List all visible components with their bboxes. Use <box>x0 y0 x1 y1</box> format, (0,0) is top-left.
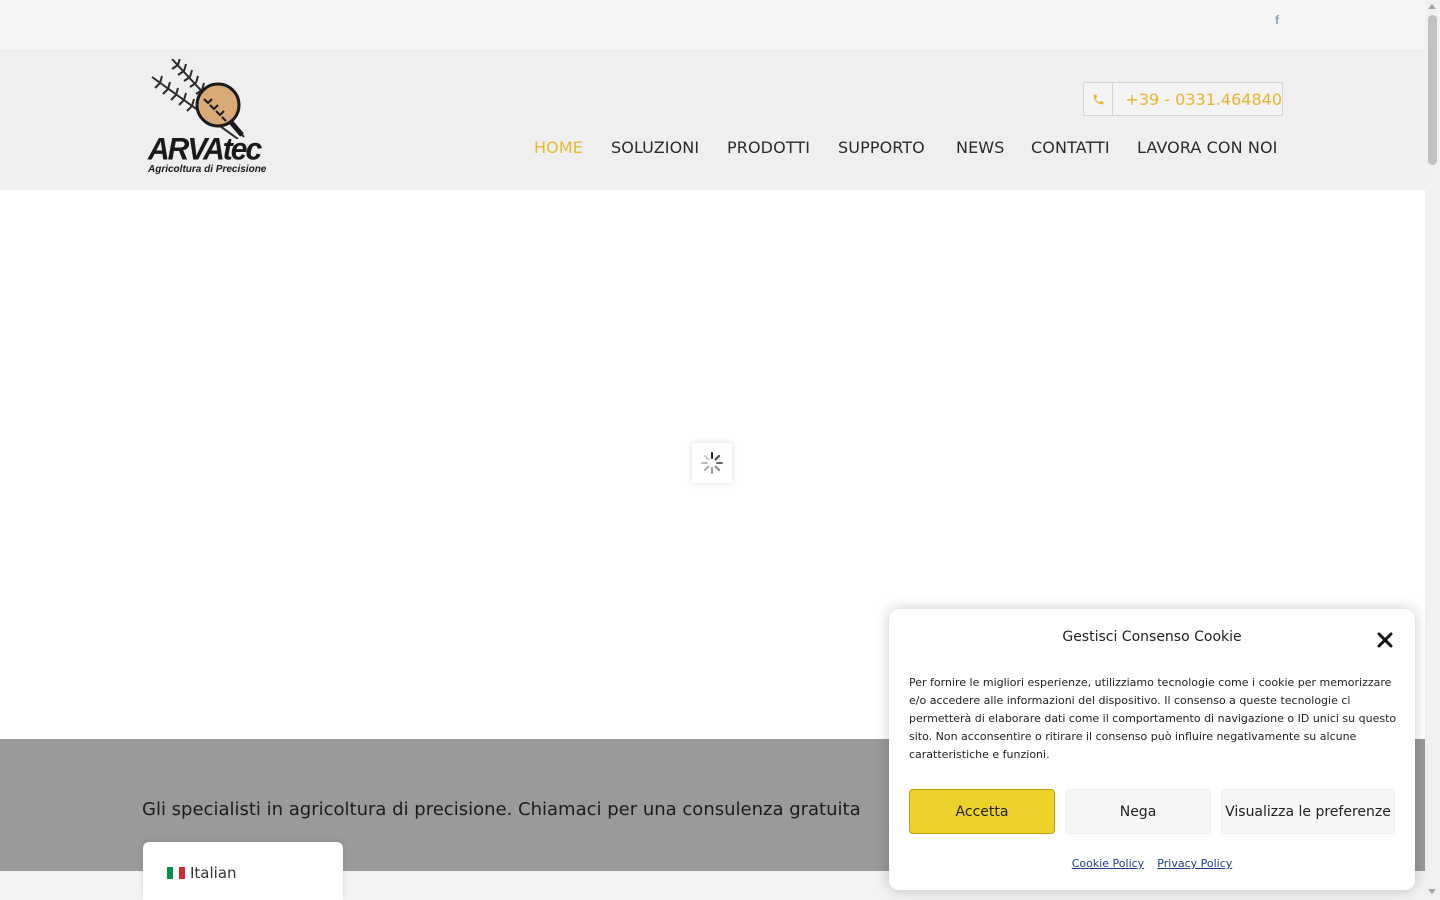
cookie-policy-link[interactable]: Cookie Policy <box>1072 857 1144 870</box>
deny-button[interactable]: Nega <box>1065 789 1211 834</box>
cookie-consent-dialog: Gestisci Consenso Cookie Per fornire le … <box>889 609 1415 890</box>
top-bar: f <box>0 0 1425 49</box>
nav-item-supporto[interactable]: SUPPORTO <box>838 138 925 157</box>
nav-item-lavora-con-noi[interactable]: LAVORA CON NOI <box>1137 138 1277 157</box>
page-scrollbar[interactable] <box>1425 0 1440 900</box>
scroll-down-arrow-icon[interactable] <box>1428 889 1436 894</box>
logo-tagline: Agricoltura di Precisione <box>148 164 267 175</box>
site-header: ARVAtec Agricoltura di Precisione +39 - … <box>0 49 1425 190</box>
nav-item-contatti[interactable]: CONTATTI <box>1031 138 1110 157</box>
wheat-logo-icon <box>151 59 245 139</box>
cookie-dialog-title: Gestisci Consenso Cookie <box>1062 629 1242 645</box>
accept-button[interactable]: Accetta <box>909 789 1055 834</box>
close-icon[interactable] <box>1374 629 1396 651</box>
language-label: Italian <box>190 864 237 882</box>
nav-item-news[interactable]: NEWS <box>956 138 1004 157</box>
privacy-policy-link[interactable]: Privacy Policy <box>1157 857 1232 870</box>
cookie-policy-links: Cookie Policy Privacy Policy <box>889 852 1415 871</box>
view-preferences-button[interactable]: Visualizza le preferenze <box>1221 789 1395 834</box>
cta-text: Gli specialisti in agricoltura di precis… <box>142 799 861 820</box>
phone-link[interactable]: +39 - 0331.464840 <box>1083 82 1283 116</box>
cookie-dialog-body: Per fornire le migliori esperienze, util… <box>909 676 1397 761</box>
spinner-icon <box>701 452 723 474</box>
scroll-up-arrow-icon[interactable] <box>1428 4 1436 9</box>
phone-icon-container <box>1084 83 1114 115</box>
main-navigation: HOME SOLUZIONI PRODOTTI SUPPORTO NEWS CO… <box>0 138 1425 162</box>
nav-item-prodotti[interactable]: PRODOTTI <box>727 138 810 157</box>
phone-icon <box>1093 94 1104 104</box>
nav-item-soluzioni[interactable]: SOLUZIONI <box>611 138 699 157</box>
loading-spinner <box>692 443 732 483</box>
language-switcher[interactable]: Italian <box>143 842 343 900</box>
scrollbar-thumb[interactable] <box>1428 15 1437 165</box>
facebook-icon[interactable]: f <box>1271 13 1283 29</box>
nav-item-home[interactable]: HOME <box>534 138 583 157</box>
italy-flag-icon <box>167 867 185 879</box>
phone-number: +39 - 0331.464840 <box>1125 89 1282 109</box>
